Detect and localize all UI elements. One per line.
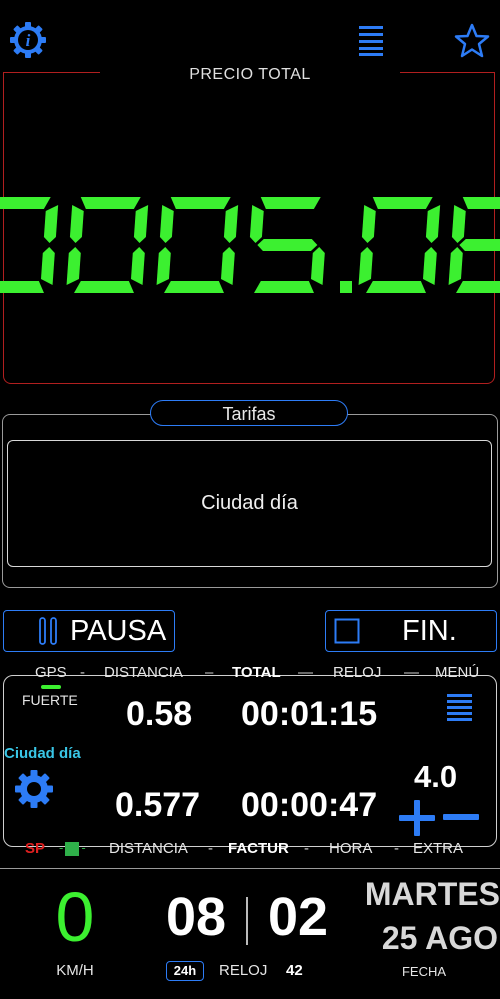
svg-text:i: i [26,31,31,50]
separator: - [394,840,399,857]
status-indicator: -- [59,840,86,856]
hour-label: HORA [329,840,373,857]
gps-label: GPS [35,664,67,681]
gps-signal-bar [41,685,61,689]
current-tariff-label: Ciudad día [201,492,298,514]
price-digit-segment [254,281,314,293]
menu-label: MENÚ [435,664,480,681]
separator: - [80,664,85,681]
price-digit-segment [459,239,500,251]
distance-label: DISTANCIA [104,664,183,681]
date-label: FECHA [401,964,447,979]
separator: — [298,664,313,681]
pause-label: PAUSA [70,614,167,647]
tariffs-header[interactable]: Tarifas [150,400,348,426]
date: 25 AGO [381,920,498,956]
separator: – [205,664,214,681]
price-digit [249,197,325,293]
pause-icon [38,616,58,646]
price-digit-segment [220,247,235,285]
price-digit-segment [422,247,437,285]
star-icon[interactable] [454,23,490,59]
gps-signal-label: FUERTE [22,692,78,708]
price-digit-segment [40,247,55,285]
sp-label: SP [25,840,46,857]
price-digit-segment [425,205,441,243]
price-label: PRECIO TOTAL [189,66,311,83]
price-digit-segment [451,205,466,243]
end-label: FIN. [402,614,457,647]
price-digit [66,197,149,293]
price-digit-segment [170,197,231,209]
clock-divider [246,897,248,945]
price-decimal-point [340,281,352,293]
price-digit-segment [66,247,81,285]
price-digit-segment [257,239,318,251]
extra-label: EXTRA [413,840,464,857]
price-digit-segment [448,247,463,285]
minus-icon[interactable] [442,812,480,822]
speed-unit: KM/H [56,962,94,979]
weekday: MARTES [364,876,500,912]
time-format-toggle[interactable]: 24h [166,961,204,981]
rate-name-label: Ciudad día [4,745,81,762]
total-label: TOTAL [232,664,281,681]
price-digit-segment [462,197,500,209]
speed-value: 0 [55,878,95,956]
price-digit-segment [69,205,84,243]
menu-icon[interactable] [357,24,387,56]
price-digit-segment [0,281,44,293]
clock-label: RELOJ [333,664,382,681]
current-tariff-button[interactable]: Ciudad día [7,440,492,567]
separator: — [404,664,419,681]
price-digit [358,197,441,293]
price-digit [156,197,239,293]
price-digit-segment [223,205,239,243]
price-digit-segment [249,205,264,243]
clock-seconds: 42 [286,962,303,979]
billed-label: FACTUR [228,840,289,857]
clock-hour: 08 [165,887,227,947]
footer-divider [0,868,500,869]
price-digit-segment [0,197,51,209]
clock-minute: 02 [267,887,329,947]
billed-time-value: 00:00:47 [241,786,378,824]
price-digit-segment [43,205,59,243]
price-digit-segment [164,281,224,293]
billed-distance-label: DISTANCIA [109,840,188,857]
price-digit-segment [372,197,433,209]
price-digit-segment [80,197,141,209]
price-digit-segment [159,205,174,243]
price-digit-segment [130,247,145,285]
total-time-value: 00:01:15 [241,695,378,733]
price-digit-segment [358,247,373,285]
info-settings-icon[interactable]: i [9,20,47,60]
pause-button[interactable]: PAUSA [3,610,175,652]
price-digit-segment [456,281,500,293]
price-digit-segment [74,281,134,293]
price-digit-segment [366,281,426,293]
price-digit [0,197,59,293]
plus-icon[interactable] [398,799,436,837]
price-digit-segment [260,197,321,209]
clock-footer-label: RELOJ [219,962,268,979]
stop-icon [334,618,360,644]
price-digit-segment [310,247,325,285]
price-digit-segment [361,205,376,243]
settings-gear-icon[interactable] [12,767,56,811]
total-distance-value: 0.58 [126,695,193,733]
separator: - [304,840,309,857]
billed-distance-value: 0.577 [115,786,201,824]
end-button[interactable]: FIN. [325,610,497,652]
factor-value: 4.0 [414,759,458,794]
price-digit [448,197,500,293]
price-digit-segment [156,247,171,285]
price-digit-segment [133,205,149,243]
separator: - [208,840,213,857]
stats-menu-icon[interactable] [446,692,474,722]
price-display [0,145,500,345]
